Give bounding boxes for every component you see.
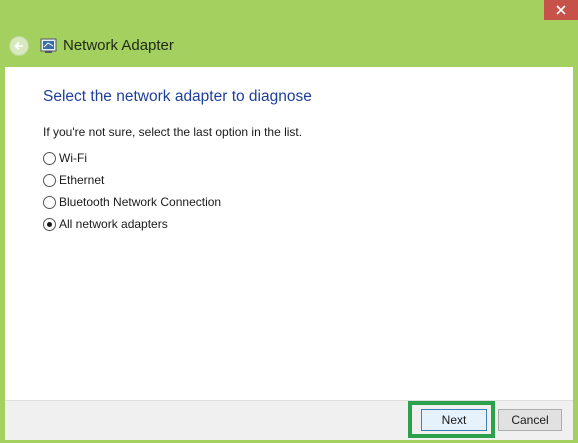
close-icon [556, 5, 566, 15]
option-wifi[interactable]: Wi-Fi [43, 150, 87, 166]
radio-ethernet[interactable] [43, 173, 56, 187]
radio-wifi[interactable] [43, 151, 56, 165]
window-title: Network Adapter [63, 37, 174, 54]
option-label: Wi-Fi [59, 151, 87, 165]
content-panel: Select the network adapter to diagnose I… [5, 67, 573, 400]
option-label: Bluetooth Network Connection [59, 195, 222, 209]
back-button[interactable] [9, 36, 29, 56]
option-bluetooth[interactable]: Bluetooth Network Connection [43, 194, 221, 210]
cancel-button[interactable]: Cancel [498, 409, 562, 431]
radio-all-adapters[interactable] [43, 217, 56, 231]
option-ethernet[interactable]: Ethernet [43, 172, 104, 188]
instruction-text: If you're not sure, select the last opti… [43, 125, 303, 139]
option-all-adapters[interactable]: All network adapters [43, 216, 168, 232]
button-bar: Next Cancel [5, 400, 573, 440]
network-adapter-icon [40, 38, 57, 53]
close-button[interactable] [544, 0, 578, 20]
option-label: Ethernet [59, 173, 105, 187]
page-heading: Select the network adapter to diagnose [43, 88, 312, 105]
title-bar: Network Adapter [0, 30, 578, 62]
option-label: All network adapters [59, 217, 168, 231]
back-arrow-icon [14, 41, 23, 51]
next-button[interactable]: Next [421, 409, 487, 431]
radio-bluetooth[interactable] [43, 195, 56, 209]
